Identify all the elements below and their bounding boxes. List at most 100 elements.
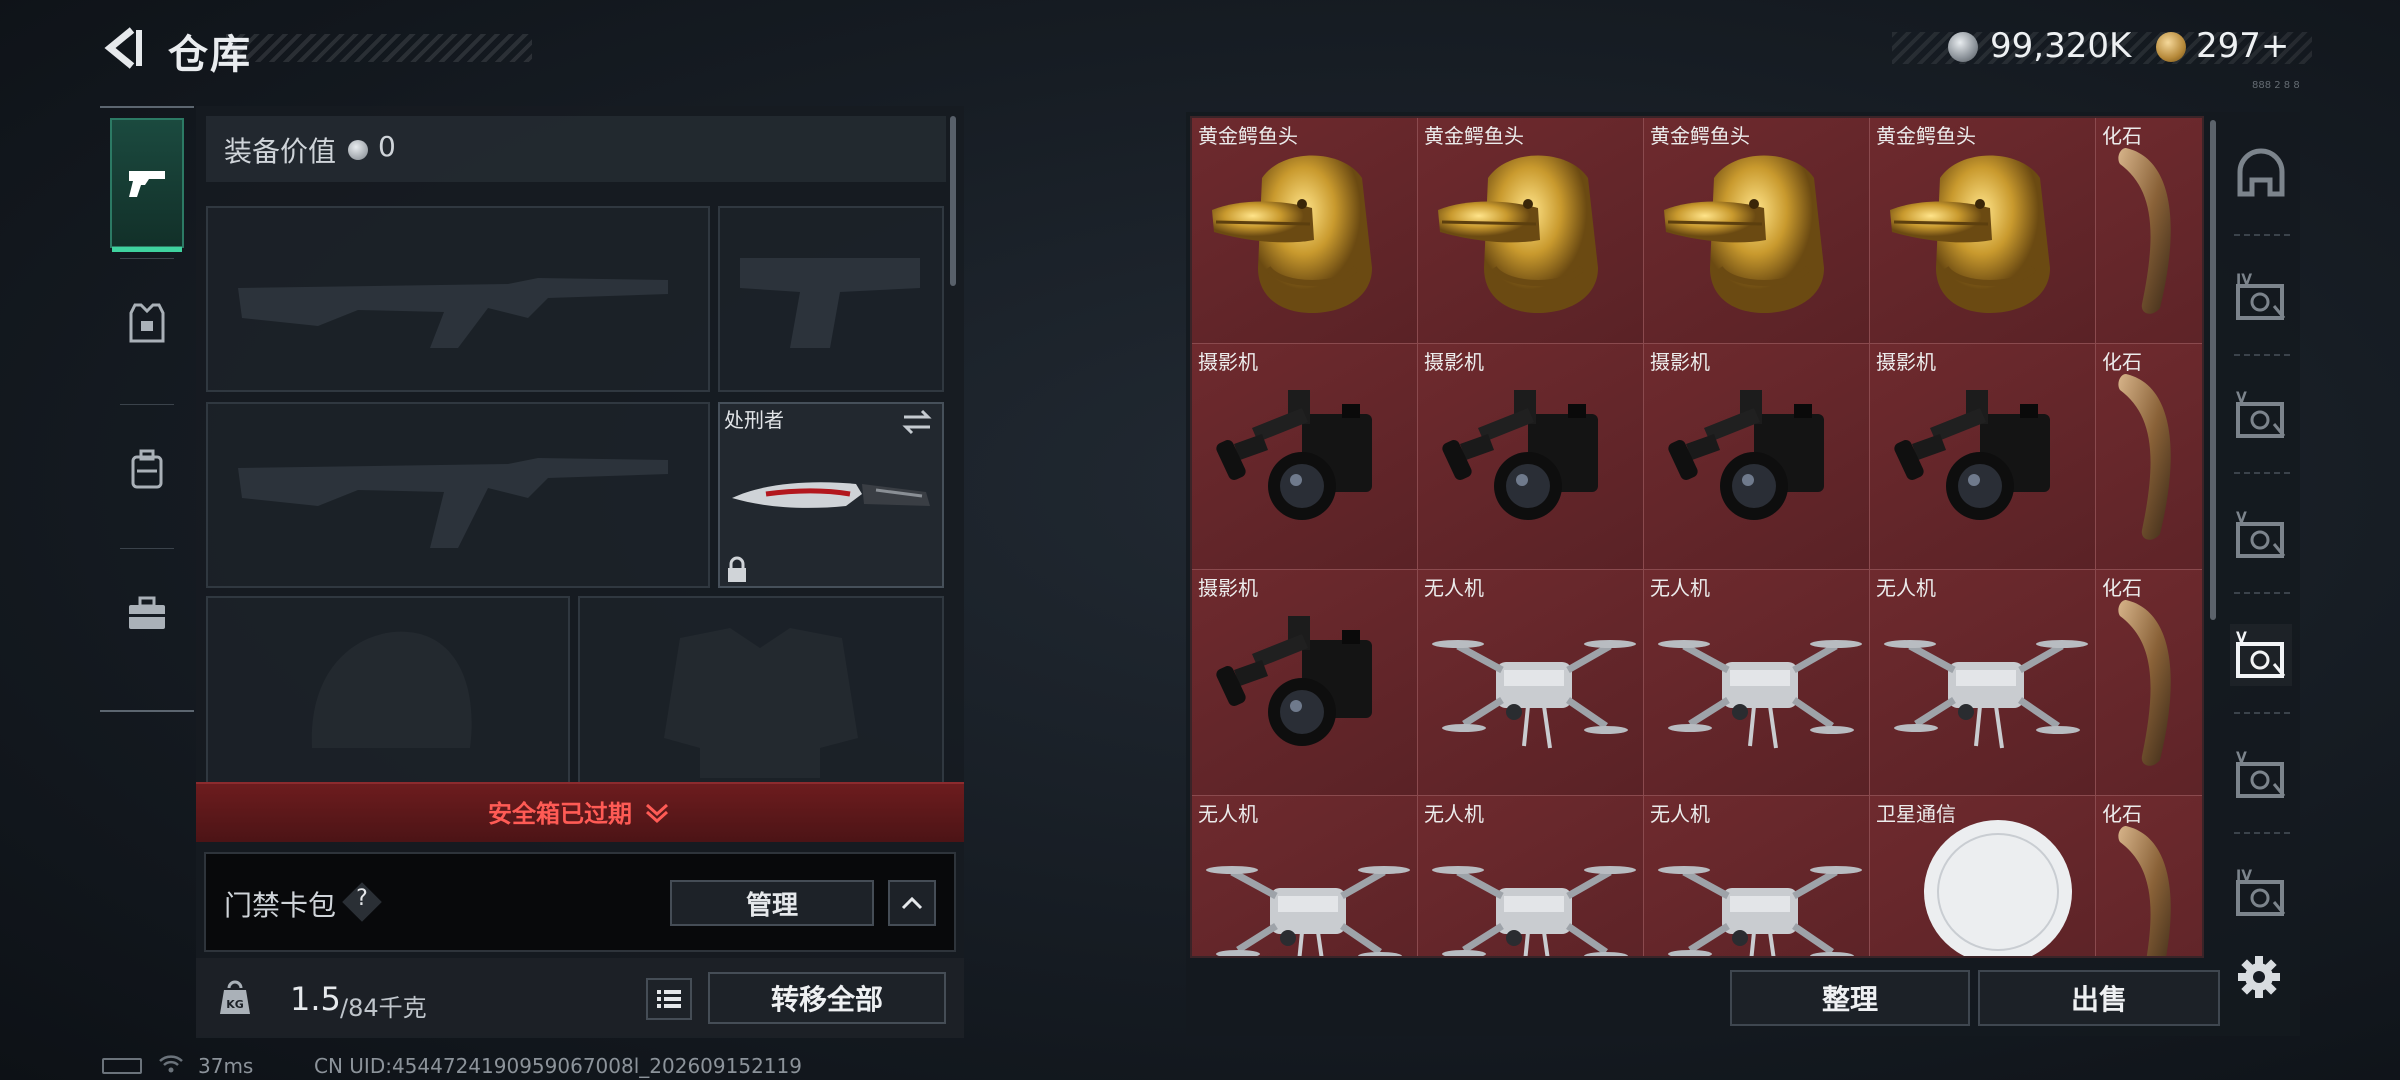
silver-coin-icon [1948,32,1978,62]
inventory-item-name: 无人机 [1424,576,1484,600]
inventory-item[interactable]: 摄影机 [1418,344,1644,570]
collapse-button[interactable] [888,880,936,926]
case-icon: IV [2236,868,2286,916]
primary-weapon-slot-1[interactable] [206,206,710,392]
case-v-tab-3[interactable]: V [2230,744,2292,806]
melee-name: 处刑者 [724,408,784,432]
chevron-down-icon [644,800,670,826]
inventory-item-name: 摄影机 [1198,350,1258,374]
inventory-item[interactable]: 黄金鳄鱼头 [1192,118,1418,344]
sell-button[interactable]: 出售 [1978,970,2220,1026]
battery-icon [102,1058,142,1074]
inventory-item[interactable]: 黄金鳄鱼头 [1870,118,2096,344]
case-v-tab-active[interactable]: V [2230,624,2292,686]
camera-icon [1668,390,1824,520]
rifle-silhouette-icon [238,278,668,348]
inventory-item[interactable]: 化石 [2096,796,2202,956]
inventory-item[interactable]: 黄金鳄鱼头 [1418,118,1644,344]
svg-text:V: V [2236,750,2247,766]
rifle-silhouette-icon [238,458,668,548]
points-amount[interactable]: 297+ [2196,26,2289,66]
camera-icon [1442,390,1598,520]
svg-text:V: V [2236,510,2247,526]
inventory-scrollbar[interactable] [2210,120,2216,620]
helmet-silhouette-icon [311,631,472,748]
back-button[interactable] [102,26,144,70]
camera-icon [1216,616,1372,746]
inventory-item[interactable]: 化石 [2096,570,2202,796]
gold-coin-icon [2156,32,2186,62]
money-amount: 99,320K [1990,26,2132,66]
camera-icon [1894,390,2050,520]
inventory-item[interactable]: 无人机 [1870,570,2096,796]
case-icon: IV [2236,272,2286,320]
inventory-item[interactable]: 无人机 [1644,796,1870,956]
tab-case[interactable] [110,548,184,678]
case-iv-tab[interactable]: IV [2230,266,2292,328]
armor-silhouette-icon [664,628,858,778]
tab-backpack[interactable] [110,404,184,534]
transfer-all-button[interactable]: 转移全部 [708,972,946,1024]
inventory-item-name: 黄金鳄鱼头 [1650,124,1750,148]
croc-icon [1438,155,1598,313]
case-icon: V [2236,750,2286,798]
value-coin-icon [348,140,368,160]
ping-text: 37ms [198,1054,254,1078]
inventory-item-name: 无人机 [1650,802,1710,826]
case-v-tab-2[interactable]: V [2230,504,2292,566]
inventory-item[interactable]: 摄影机 [1192,344,1418,570]
pistol-slot[interactable] [718,206,944,392]
inventory-item[interactable]: 无人机 [1644,570,1870,796]
manage-button[interactable]: 管理 [670,880,874,926]
equipment-scrollbar[interactable] [950,116,956,286]
page-title: 仓库 [168,32,252,78]
inventory-item-name: 摄影机 [1198,576,1258,600]
primary-weapon-slot-2[interactable] [206,402,710,588]
croc-icon [1212,155,1372,313]
inventory-item[interactable]: 化石 [2096,344,2202,570]
inventory-item-name: 无人机 [1198,802,1258,826]
sort-button[interactable]: 整理 [1730,970,1970,1026]
fossil-icon [2118,600,2171,766]
backpack-icon [131,449,163,489]
inventory-item[interactable]: 黄金鳄鱼头 [1644,118,1870,344]
inventory-item[interactable]: 摄影机 [1644,344,1870,570]
inventory-item-name: 卫星通信 [1876,802,1956,826]
inventory-item[interactable]: 化石 [2096,118,2202,344]
wifi-icon [158,1054,184,1074]
inventory-item-name: 摄影机 [1876,350,1936,374]
fossil-icon [2118,148,2171,314]
list-view-button[interactable] [646,978,692,1020]
inventory-item[interactable]: 摄影机 [1192,570,1418,796]
svg-text:V: V [2236,390,2247,406]
inventory-item-name: 无人机 [1650,576,1710,600]
helmet-tab[interactable] [2230,146,2292,208]
helmet-slot[interactable] [206,596,570,786]
inventory-item[interactable]: 摄影机 [1870,344,2096,570]
svg-text:IV: IV [2236,868,2252,884]
inventory-item-name: 黄金鳄鱼头 [1424,124,1524,148]
equipment-value: 0 [378,130,396,163]
inventory-item-name: 化石 [2102,802,2142,826]
inventory-item[interactable]: 无人机 [1192,796,1418,956]
weight-current: 1.5 [290,980,341,1018]
corner-text: 888 2 8 8 [2252,80,2300,91]
camera-icon [1216,390,1372,520]
case-icon: V [2236,390,2286,438]
chevron-up-icon [901,896,923,910]
inventory-item[interactable]: 无人机 [1418,570,1644,796]
inventory-grid: 黄金鳄鱼头 黄金鳄鱼头 黄金鳄鱼头 黄金鳄鱼头 化石 摄影机 摄影机 摄影机 摄影机 化石 摄影机无… [1190,116,2204,958]
swap-icon[interactable] [900,408,934,436]
lock-icon [726,556,748,584]
tab-armor[interactable] [110,258,184,388]
helmet-icon [2237,148,2285,197]
inventory-item[interactable]: 无人机 [1418,796,1644,956]
svg-text:KG: KG [226,998,244,1011]
body-armor-slot[interactable] [578,596,944,786]
tab-weapon[interactable] [110,118,184,252]
inventory-item[interactable]: 卫星通信 [1870,796,2096,956]
list-icon [657,990,681,1008]
case-iv-tab-2[interactable]: IV [2230,862,2292,924]
inventory-item-name: 摄影机 [1650,350,1710,374]
case-v-tab-1[interactable]: V [2230,384,2292,446]
